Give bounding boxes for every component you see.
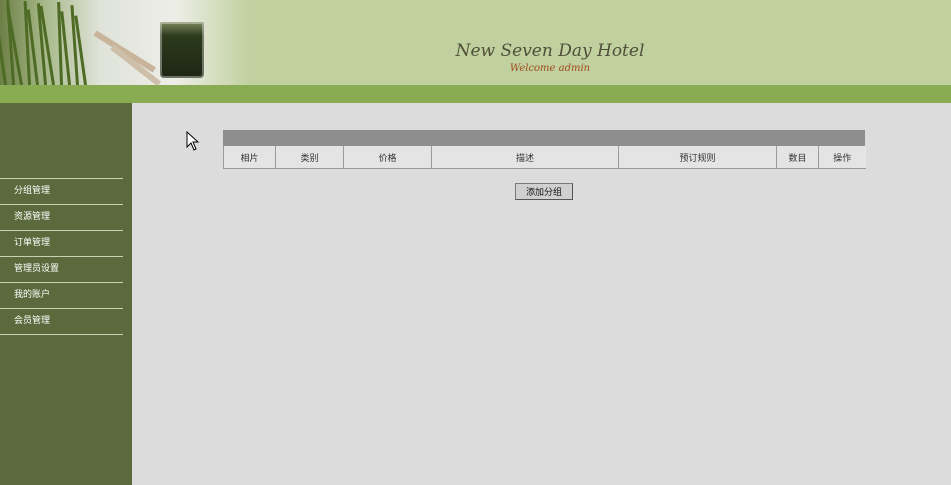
welcome-message: Welcome admin <box>509 63 591 74</box>
mouse-cursor-icon <box>186 131 200 151</box>
column-header-photo: 相片 <box>223 146 276 169</box>
sidebar-item-order-management[interactable]: 订单管理 <box>0 230 123 256</box>
sidebar-item-group-management[interactable]: 分组管理 <box>0 178 123 204</box>
column-header-actions: 操作 <box>818 146 866 169</box>
header-banner: New Seven Day Hotel Welcome admin <box>0 0 951 85</box>
sidebar: 分组管理 资源管理 订单管理 管理员设置 我的账户 会员管理 <box>0 103 132 485</box>
sidebar-item-resource-management[interactable]: 资源管理 <box>0 204 123 230</box>
add-group-button[interactable]: 添加分组 <box>515 183 573 200</box>
table-title-bar <box>223 130 865 146</box>
wheatgrass-glass-image <box>160 22 204 78</box>
sidebar-item-member-management[interactable]: 会员管理 <box>0 308 123 335</box>
group-table: 相片 类别 价格 描述 预订规则 数目 操作 <box>223 130 866 169</box>
column-header-booking-rules: 预订规则 <box>618 146 777 169</box>
column-header-category: 类别 <box>275 146 344 169</box>
column-header-description: 描述 <box>431 146 619 169</box>
header-divider-band <box>0 85 951 103</box>
sidebar-item-admin-settings[interactable]: 管理员设置 <box>0 256 123 282</box>
sidebar-item-my-account[interactable]: 我的账户 <box>0 282 123 308</box>
sidebar-menu: 分组管理 资源管理 订单管理 管理员设置 我的账户 会员管理 <box>0 178 123 335</box>
table-header-row: 相片 类别 价格 描述 预订规则 数目 操作 <box>223 146 866 169</box>
group-table-grid: 相片 类别 价格 描述 预订规则 数目 操作 <box>223 146 866 169</box>
column-header-price: 价格 <box>343 146 432 169</box>
header-photo <box>0 0 250 85</box>
column-header-count: 数目 <box>776 146 819 169</box>
hotel-title: New Seven Day Hotel <box>455 41 645 61</box>
